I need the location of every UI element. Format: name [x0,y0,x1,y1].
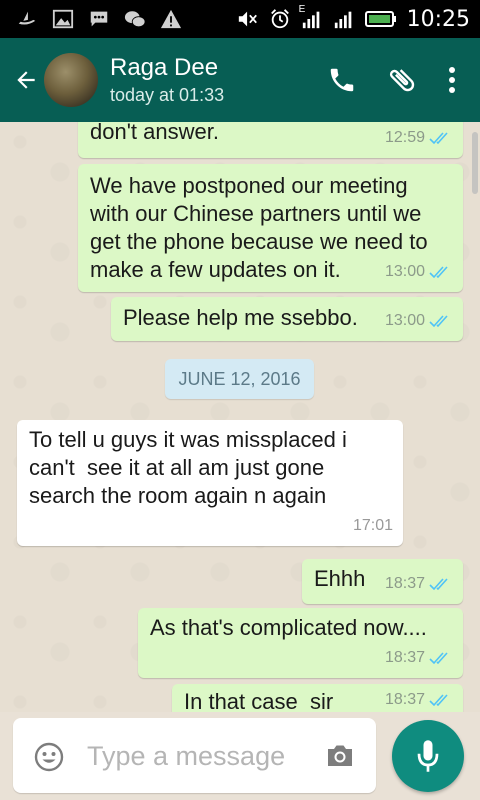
contact-name: Raga Dee [110,54,219,81]
back-arrow-icon [17,71,35,89]
message-time: 13:00 [384,312,425,329]
last-seen: today at 01:33 [110,85,225,105]
network-type-label: E [298,4,306,15]
message-bubble-outgoing[interactable]: Ehhh 18:37 [302,559,463,604]
wechat-icon [124,11,146,28]
message-bubble-outgoing[interactable]: We have postponed our meeting with our C… [78,164,463,292]
message-text: don't answer. [90,122,219,144]
date-divider: JUNE 12, 2016 [165,359,314,399]
message-bubble-incoming[interactable]: To tell u guys it was missplaced i can't… [17,420,403,546]
chat-area[interactable]: don't answer. 12:59 We have postponed ou… [0,122,480,712]
boat-icon [18,11,36,25]
emoji-icon[interactable] [33,741,65,773]
double-check-icon [429,266,448,279]
message-time: 18:37 [384,649,425,666]
back-button[interactable] [4,67,48,93]
message-bubble-outgoing[interactable]: As that's complicated now.... 18:37 [138,608,463,678]
chat-bubble-icon [90,11,108,27]
chat-header: Raga Dee today at 01:33 [0,38,480,122]
message-bubble-outgoing[interactable]: Please help me ssebbo. 13:00 [111,297,463,341]
double-check-icon [429,694,448,707]
attach-icon [389,69,415,92]
contact-info[interactable]: Raga Dee today at 01:33 [110,54,224,106]
message-text: As that's complicated now.... [150,615,427,640]
more-vert-icon [449,67,455,93]
message-text: We have postponed our meeting with our C… [90,173,428,282]
mute-icon [238,11,257,27]
double-check-icon [429,132,448,145]
message-text: Ehhh [314,566,366,591]
call-button[interactable] [312,50,372,110]
message-time: 18:37 [384,575,425,592]
double-check-icon [429,652,448,665]
alarm-icon [270,9,289,29]
message-input[interactable] [85,736,309,776]
message-time: 18:37 [384,691,425,708]
microphone-icon [417,740,439,772]
message-bubble-outgoing[interactable]: don't answer. 12:59 [78,122,463,158]
camera-icon[interactable] [325,743,355,769]
message-text: To tell u guys it was missplaced i can't… [29,427,347,508]
composer-bar [0,712,480,800]
attach-button[interactable] [372,50,432,110]
more-options-button[interactable] [432,50,472,110]
battery-icon [364,11,396,27]
message-time: 13:00 [384,263,425,280]
message-time: 12:59 [384,129,425,146]
voice-record-button[interactable] [392,720,464,792]
clock: 10:25 [406,6,470,32]
image-icon [52,9,74,29]
warning-icon [160,9,182,29]
scrollbar[interactable] [472,132,478,194]
signal-icon [334,11,351,29]
status-bar: E 10:25 [0,0,480,38]
phone-icon [330,68,354,92]
double-check-icon [429,315,448,328]
avatar[interactable] [44,53,98,107]
message-text: Please help me ssebbo. [123,305,358,330]
message-bubble-outgoing[interactable]: In that case sir 18:37 [172,684,463,712]
message-time: 17:01 [352,517,393,534]
message-text: In that case sir [184,689,334,712]
composer-box [13,718,376,793]
double-check-icon [429,578,448,591]
